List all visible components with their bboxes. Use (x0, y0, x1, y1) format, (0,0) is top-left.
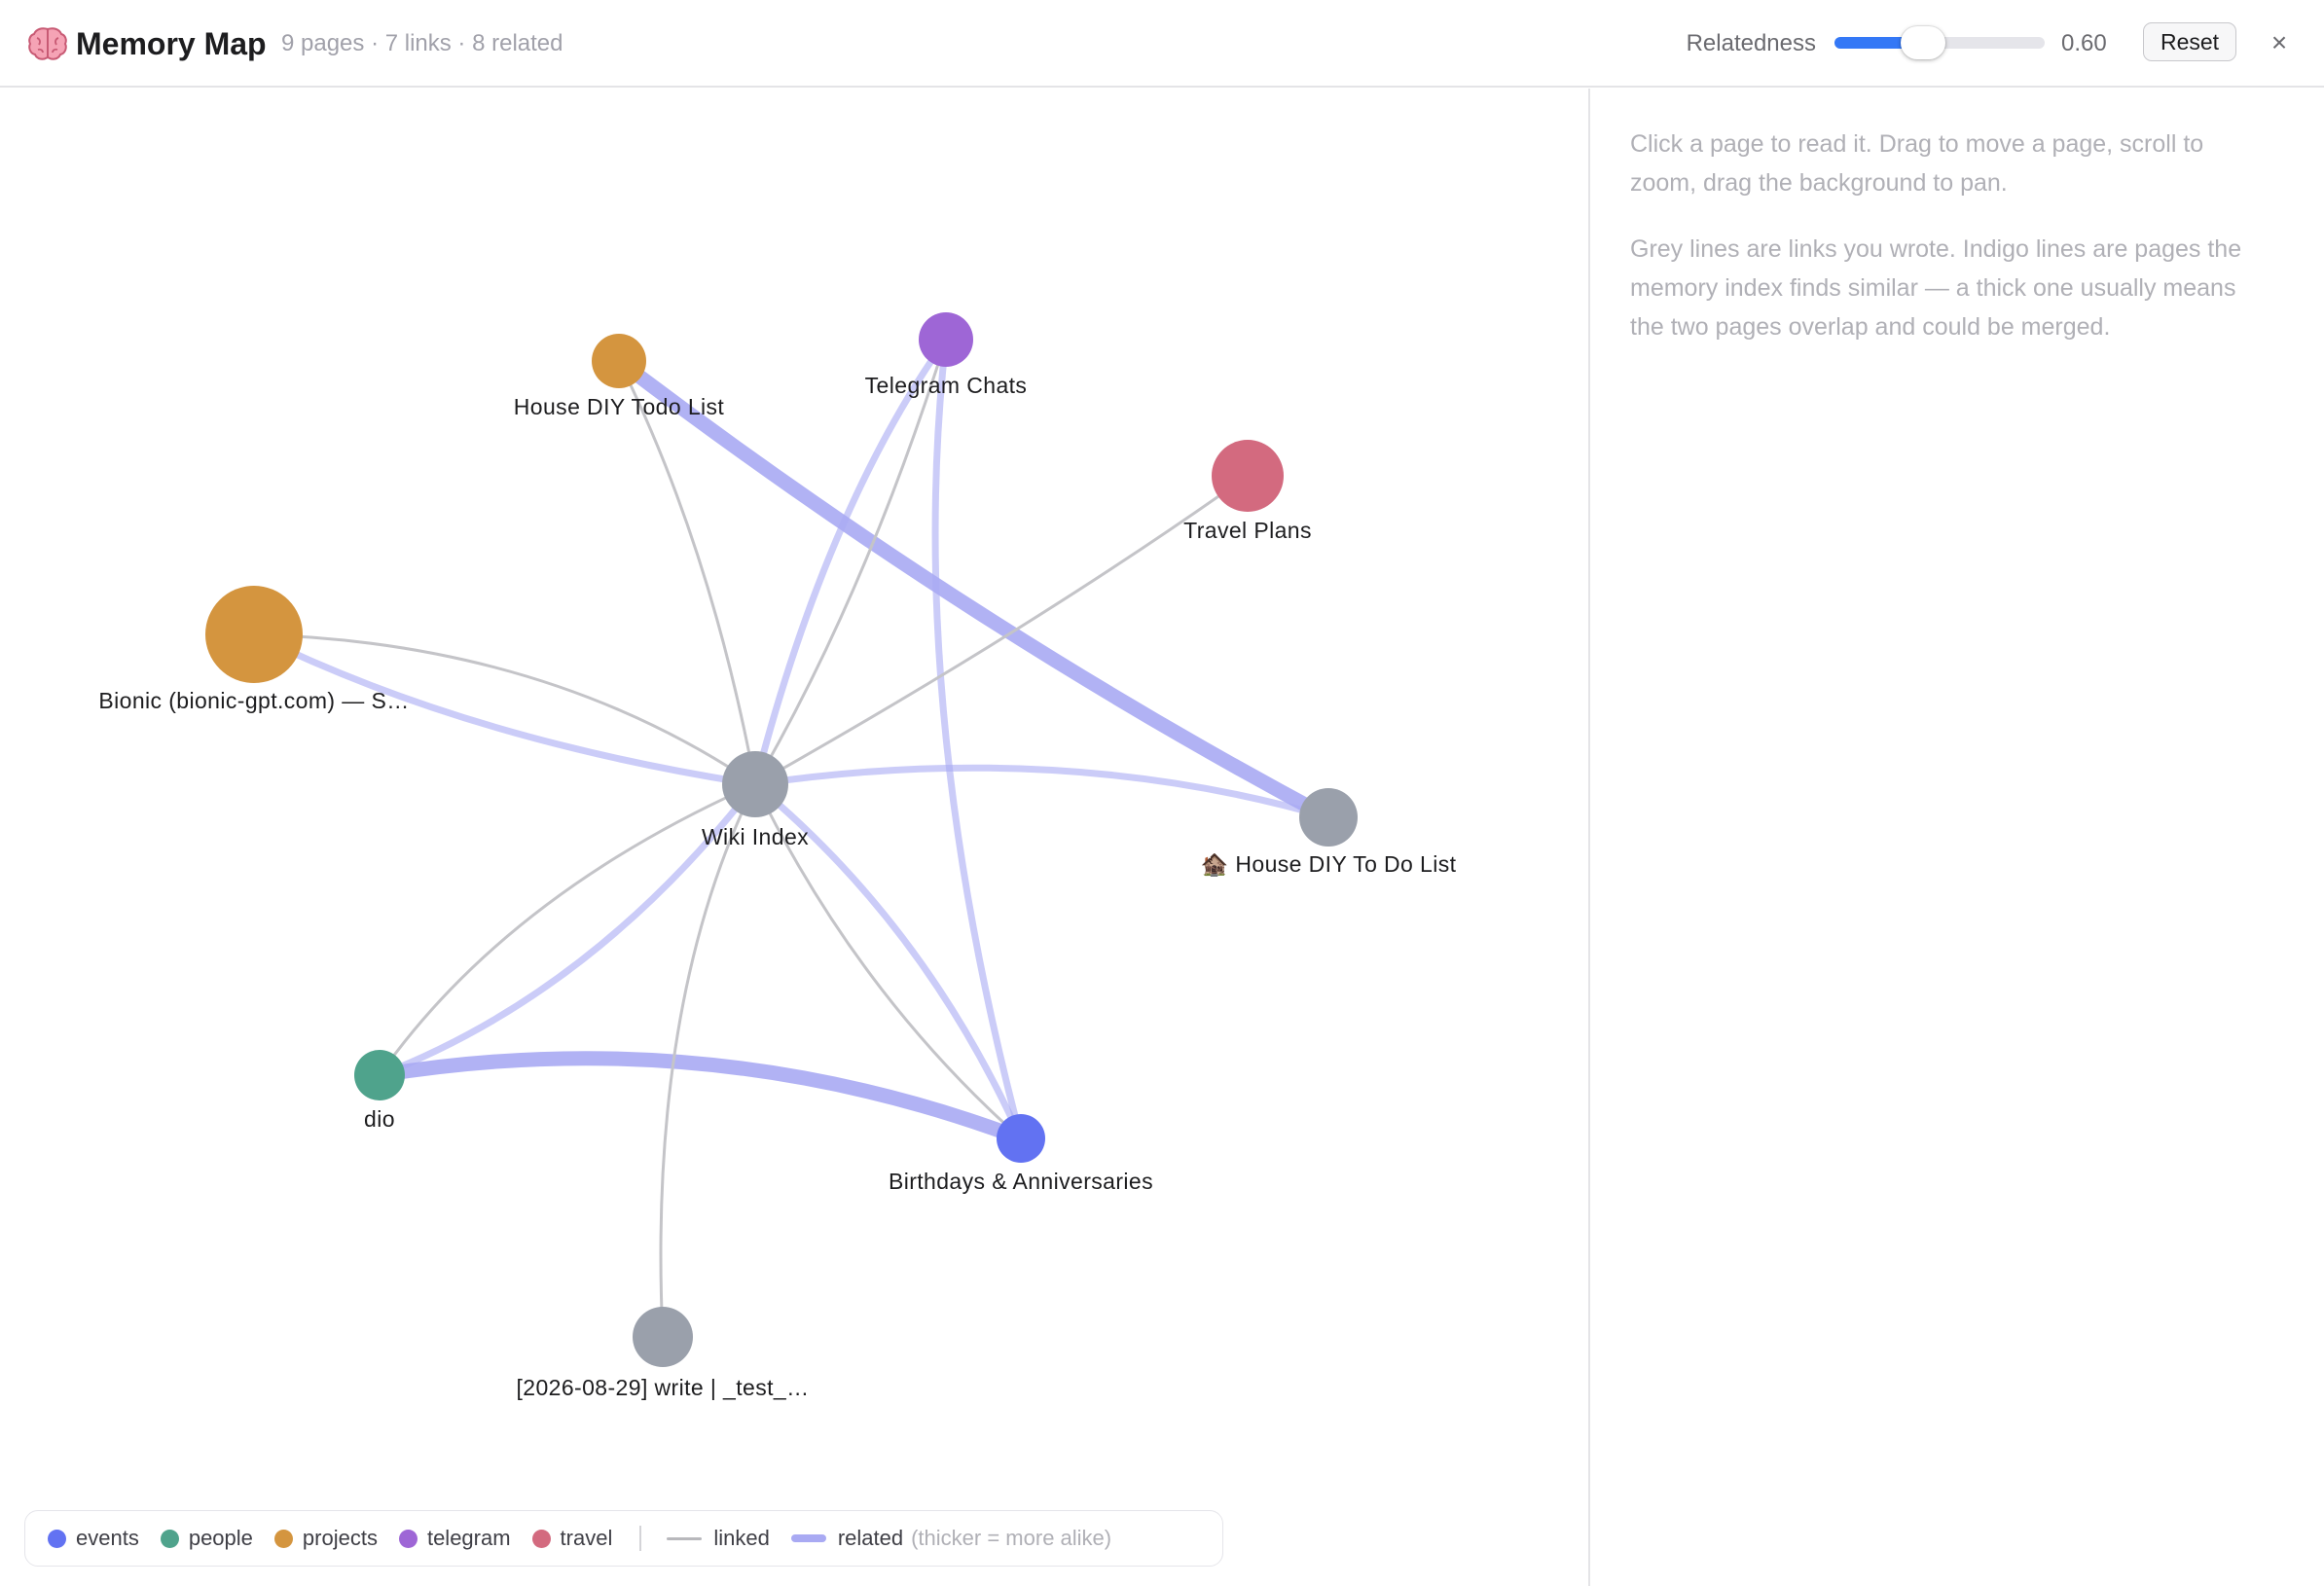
legend-item-people: people (160, 1526, 253, 1551)
node-housediy[interactable]: 🏚️ House DIY To Do List (1201, 788, 1457, 878)
linked-edge-wiki-telegram (753, 338, 948, 786)
node-label-birthdays[interactable]: Birthdays & Anniversaries (889, 1169, 1153, 1194)
node-circle-birthdays[interactable] (997, 1114, 1045, 1163)
legend-related: related (thicker = more alike) (790, 1526, 1112, 1551)
relatedness-slider[interactable] (1834, 26, 2045, 59)
legend-label-events: events (76, 1526, 139, 1550)
node-label-travel[interactable]: Travel Plans (1183, 518, 1312, 543)
node-circle-bionic[interactable] (205, 586, 303, 683)
graph-stats: 9 pages · 7 links · 8 related (281, 30, 563, 56)
legend-item-telegram: telegram (398, 1526, 511, 1551)
node-circle-todo[interactable] (592, 334, 646, 388)
close-icon[interactable]: × (2266, 23, 2293, 62)
graph-canvas[interactable]: Wiki Index House DIY Todo List Telegram Ch… (0, 89, 1588, 1586)
legend-label-telegram: telegram (426, 1526, 511, 1550)
node-dio[interactable]: dio (354, 1050, 405, 1132)
related-edge-dio-birthdays (372, 1051, 1029, 1146)
node-circle-travel[interactable] (1212, 440, 1284, 512)
node-label-write[interactable]: [2026-08-29] write | _test_… (517, 1375, 810, 1400)
panel-divider (1588, 89, 1590, 1586)
legend-label-projects: projects (302, 1526, 378, 1550)
legend: events people projects telegram travel linke… (24, 1510, 1223, 1567)
legend-related-label: related (837, 1526, 904, 1550)
node-circle-wiki[interactable] (722, 751, 788, 817)
legend-item-events: events (48, 1526, 139, 1551)
legend-item-travel: travel (531, 1526, 613, 1551)
node-label-todo[interactable]: House DIY Todo List (514, 394, 725, 419)
legend-dot-telegram (398, 1529, 418, 1548)
related-line-swatch (790, 1534, 826, 1542)
legend-separator (639, 1526, 642, 1551)
info-paragraph-1: Click a page to read it. Drag to move a … (1630, 130, 2204, 197)
relatedness-label: Relatedness (1686, 30, 1816, 56)
node-write[interactable]: [2026-08-29] write | _test_… (517, 1307, 810, 1400)
node-birthdays[interactable]: Birthdays & Anniversaries (889, 1114, 1153, 1194)
legend-linked: linked (667, 1526, 770, 1551)
related-edge-telegram-birthdays (931, 336, 1025, 1142)
page-title: Memory Map (76, 26, 267, 61)
legend-related-note: (thicker = more alike) (911, 1526, 1112, 1550)
node-label-dio[interactable]: dio (364, 1106, 395, 1132)
brain-icon (28, 27, 67, 60)
related-edge-wiki-telegram (751, 336, 950, 788)
node-circle-telegram[interactable] (919, 312, 973, 367)
linked-edge-wiki-todo (617, 359, 757, 786)
linked-line-swatch (667, 1536, 703, 1540)
legend-linked-label: linked (713, 1526, 770, 1550)
node-telegram[interactable]: Telegram Chats (865, 312, 1028, 398)
legend-label-travel: travel (560, 1526, 613, 1550)
node-travel[interactable]: Travel Plans (1183, 440, 1312, 543)
legend-dot-travel (531, 1529, 551, 1548)
reset-button[interactable]: Reset (2143, 22, 2236, 61)
node-label-housediy[interactable]: 🏚️ House DIY To Do List (1201, 851, 1457, 878)
node-circle-dio[interactable] (354, 1050, 405, 1100)
legend-dot-people (160, 1529, 179, 1548)
legend-label-people: people (188, 1526, 253, 1550)
graph-svg[interactable]: Wiki Index House DIY Todo List Telegram Ch… (0, 89, 1588, 1586)
info-paragraph-2: Grey lines are links you wrote. Indigo l… (1630, 235, 2242, 341)
info-panel: Click a page to read it. Drag to move a … (1630, 125, 2272, 374)
relatedness-value: 0.60 (2061, 30, 2107, 56)
legend-categories: events people projects telegram travel (48, 1526, 634, 1551)
node-bionic[interactable]: Bionic (bionic-gpt.com) — S… (98, 586, 409, 713)
legend-dot-events (48, 1529, 66, 1548)
node-label-wiki[interactable]: Wiki Index (702, 824, 809, 849)
node-todo[interactable]: House DIY Todo List (514, 334, 725, 419)
legend-dot-projects (273, 1529, 293, 1548)
node-label-bionic[interactable]: Bionic (bionic-gpt.com) — S… (98, 688, 409, 713)
node-circle-write[interactable] (633, 1307, 693, 1367)
legend-item-projects: projects (273, 1526, 378, 1551)
node-circle-housediy[interactable] (1299, 788, 1358, 847)
slider-thumb[interactable] (1900, 26, 1945, 59)
toolbar: Memory Map 9 pages · 7 links · 8 related… (0, 0, 2324, 88)
related-edge-todo-housediy (611, 353, 1336, 825)
node-label-telegram[interactable]: Telegram Chats (865, 373, 1028, 398)
